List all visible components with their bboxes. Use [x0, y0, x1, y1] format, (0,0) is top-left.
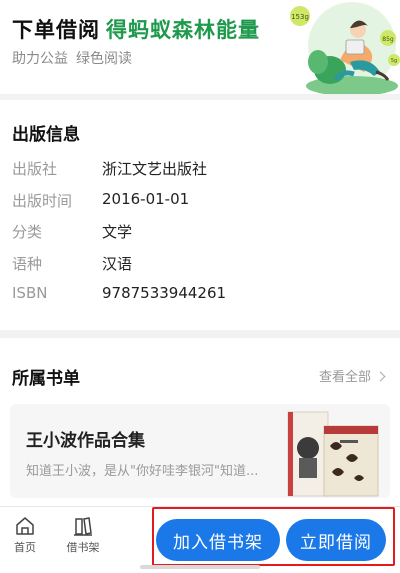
reading-girl-illustration: 153g 85g 5g — [290, 2, 400, 94]
tab-home[interactable]: 首页 — [2, 515, 48, 555]
energy-ball-1: 153g — [291, 13, 309, 21]
booklist-item-name: 王小波作品合集 — [26, 431, 145, 451]
see-all-label: 查看全部 — [318, 370, 371, 385]
book-covers-image — [287, 411, 379, 497]
publish-date-row: 出版时间 2016-01-01 — [12, 190, 392, 220]
publisher-value: 浙江文艺出版社 — [102, 160, 208, 178]
ant-forest-banner[interactable]: 下单借阅 得蚂蚁森林能量 助力公益 绿色阅读 153g 85g 5g — [0, 0, 400, 94]
banner-subtitle: 助力公益 绿色阅读 — [12, 48, 132, 68]
banner-title: 下单借阅 得蚂蚁森林能量 — [12, 14, 260, 44]
banner-subtitle-1: 助力公益 — [12, 51, 68, 67]
booklist-item[interactable]: 王小波作品合集 知道王小波，是从"你好哇李银河"知道... — [10, 404, 390, 498]
booklist-card: 所属书单 查看全部 王小波作品合集 知道王小波，是从"你好哇李银河"知道... — [0, 338, 400, 508]
banner-title-main: 下单借阅 — [12, 18, 100, 42]
category-label: 分类 — [12, 223, 43, 241]
chevron-right-icon — [375, 371, 386, 382]
publisher-row: 出版社 浙江文艺出版社 — [12, 158, 392, 188]
publish-date-value: 2016-01-01 — [102, 190, 190, 208]
book-detail-page: 下单借阅得蚂蚁森林能量 助力公益绿色阅读 153g 85g 5g 出版信息 — [0, 0, 400, 573]
language-row: 语种 汉语 — [12, 253, 392, 283]
category-row: 分类 文学 — [12, 221, 392, 251]
tab-home-label: 首页 — [14, 541, 36, 554]
bookshelf-icon — [74, 517, 92, 536]
home-icon — [16, 517, 34, 535]
language-label: 语种 — [12, 255, 43, 273]
see-all-link[interactable]: 查看全部 — [318, 366, 386, 385]
isbn-label: ISBN — [12, 284, 48, 302]
home-indicator — [140, 565, 260, 569]
tab-bookshelf-label: 借书架 — [66, 541, 100, 554]
category-value: 文学 — [102, 223, 133, 241]
booklist-item-desc: 知道王小波，是从"你好哇李银河"知道... — [26, 464, 259, 479]
energy-ball-2: 85g — [382, 36, 394, 43]
energy-ball-3: 5g — [391, 58, 397, 64]
tab-bookshelf[interactable]: 借书架 — [60, 515, 106, 555]
highlight-annotation-box — [152, 507, 395, 566]
publish-date-label: 出版时间 — [12, 192, 73, 210]
language-value: 汉语 — [102, 255, 133, 273]
isbn-row: ISBN 9787533944261 — [12, 284, 392, 314]
publication-info-title: 出版信息 — [12, 125, 80, 145]
booklist-title: 所属书单 — [12, 369, 80, 389]
banner-subtitle-2: 绿色阅读 — [76, 51, 132, 67]
publisher-label: 出版社 — [12, 160, 58, 178]
publication-info-card: 出版信息 出版社 浙江文艺出版社 出版时间 2016-01-01 分类 文学 语… — [0, 100, 400, 330]
isbn-value: 9787533944261 — [102, 284, 227, 302]
banner-title-highlight: 得蚂蚁森林能量 — [106, 18, 260, 42]
